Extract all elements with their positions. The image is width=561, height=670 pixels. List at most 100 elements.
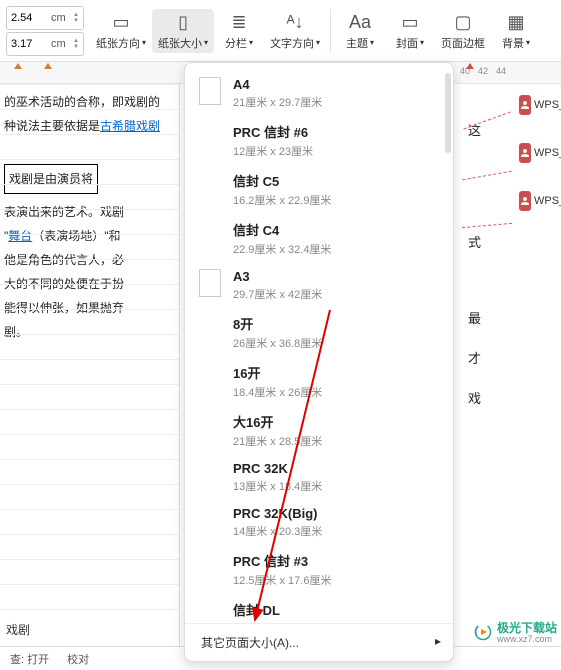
paper-size-dropdown: A421厘米 x 29.7厘米PRC 信封 #612厘米 x 23厘米信封 C5…: [184, 62, 454, 662]
comment-author: WPS_: [534, 195, 561, 207]
text-line: 种说法主要依据是古希腊戏剧: [4, 114, 175, 138]
option-dimensions: 22.9厘米 x 32.4厘米: [233, 241, 331, 257]
hyperlink[interactable]: 古希腊戏剧: [100, 119, 160, 133]
orientation-icon: ▭: [113, 11, 130, 35]
paper-size-option[interactable]: PRC 信封 #612厘米 x 23厘米: [185, 116, 453, 165]
scrollbar[interactable]: [445, 73, 451, 153]
dropdown-body[interactable]: A421厘米 x 29.7厘米PRC 信封 #612厘米 x 23厘米信封 C5…: [185, 63, 453, 623]
other-page-size-item[interactable]: 其它页面大小(A)... ▸: [185, 623, 453, 661]
ruler-marker-left[interactable]: [14, 63, 22, 69]
avatar-icon: [519, 143, 531, 163]
watermark-url: www.xz7.com: [497, 634, 557, 644]
comment-item[interactable]: WPS_: [519, 191, 561, 211]
page-icon: [199, 269, 221, 297]
spin-down-icon[interactable]: ▼: [73, 44, 79, 50]
spin-down-icon[interactable]: ▼: [73, 18, 79, 24]
status-find[interactable]: 查: 打开: [10, 651, 49, 667]
background-label: 背景: [502, 35, 524, 51]
ruler-marker[interactable]: [44, 63, 52, 69]
paper-size-option[interactable]: 信封 C516.2厘米 x 22.9厘米: [185, 165, 453, 214]
option-name: PRC 信封 #3: [233, 551, 331, 570]
page-icon: [199, 314, 221, 342]
paper-size-option[interactable]: A329.7厘米 x 42厘米: [185, 263, 453, 308]
margin-top-input[interactable]: cm ▲▼: [6, 6, 84, 30]
chevron-down-icon: ▾: [249, 38, 253, 47]
page-icon: [199, 506, 221, 534]
paper-size-button[interactable]: ▯ 纸张大小▾: [152, 9, 214, 53]
text-fragment: 才: [468, 348, 481, 366]
option-name: PRC 32K(Big): [233, 506, 322, 521]
size-label: 纸张大小: [158, 35, 202, 51]
paper-size-option[interactable]: 大16开 21厘米 x 28.5厘米: [185, 406, 453, 455]
margin-left-input[interactable]: cm ▲▼: [6, 32, 84, 56]
cut-text-column: 这 式 最 才 戏: [468, 120, 481, 406]
text-fragment: 戏: [468, 388, 481, 406]
comment-author: WPS_: [534, 99, 561, 111]
option-dimensions: 21厘米 x 28.5厘米: [233, 433, 322, 449]
separator: [330, 9, 331, 53]
ruler-tick: 42: [478, 66, 488, 76]
text-direction-button[interactable]: ᴬ↓ 文字方向▾: [264, 9, 326, 53]
cover-icon: ▭: [402, 11, 419, 35]
avatar-icon: [519, 191, 531, 211]
page-icon: [199, 122, 221, 150]
chevron-down-icon: ▾: [526, 38, 530, 47]
text-line: "舞台（表演场地）"和: [4, 224, 175, 248]
ruler-marker-right[interactable]: [466, 63, 474, 69]
cover-label: 封面: [396, 35, 418, 51]
theme-icon: Aa: [349, 11, 371, 35]
page-icon: [199, 220, 221, 248]
background-button[interactable]: ▦ 背景▾: [491, 9, 541, 53]
paper-size-option[interactable]: 16开18.4厘米 x 26厘米: [185, 357, 453, 406]
comment-item[interactable]: WPS_: [519, 143, 561, 163]
watermark-logo-icon: [473, 622, 493, 642]
text-direction-icon: ᴬ↓: [286, 11, 303, 35]
page-border-button[interactable]: ▢ 页面边框: [435, 9, 491, 53]
textdir-label: 文字方向: [270, 35, 314, 51]
chevron-down-icon: ▾: [142, 38, 146, 47]
comment-item[interactable]: WPS_: [519, 95, 561, 115]
option-name: 信封 C4: [233, 220, 331, 239]
page-icon: [199, 461, 221, 489]
unit-label: cm: [51, 12, 66, 24]
paper-size-option[interactable]: PRC 信封 #3 12.5厘米 x 17.6厘米: [185, 545, 453, 594]
option-dimensions: 26厘米 x 36.8厘米: [233, 335, 322, 351]
page-icon: [199, 171, 221, 199]
paper-size-option[interactable]: PRC 32K13厘米 x 18.4厘米: [185, 455, 453, 500]
option-name: PRC 32K: [233, 461, 322, 476]
border-label: 页面边框: [441, 35, 485, 51]
paper-size-option[interactable]: PRC 32K(Big)14厘米 x 20.3厘米: [185, 500, 453, 545]
avatar-icon: [519, 95, 531, 115]
option-name: 大16开: [233, 412, 322, 431]
option-dimensions: 12.5厘米 x 17.6厘米: [233, 572, 331, 588]
status-proof[interactable]: 校对: [67, 651, 89, 667]
margin-top-value[interactable]: [11, 12, 51, 24]
orientation-label: 纸张方向: [96, 35, 140, 51]
hyperlink[interactable]: 舞台: [8, 229, 32, 243]
theme-button[interactable]: Aa 主题▾: [335, 9, 385, 53]
option-name: A4: [233, 77, 322, 92]
text-fragment: 式: [468, 232, 481, 250]
chevron-right-icon: ▸: [435, 634, 441, 648]
paper-size-option[interactable]: A4 21厘米 x 29.7厘米: [185, 71, 453, 116]
document-pane[interactable]: 的巫术活动的合称，即戏剧的 种说法主要依据是古希腊戏剧 戏剧是由演员将 表演出来…: [0, 84, 180, 646]
page-icon: [199, 600, 221, 623]
margin-fields: cm ▲▼ cm ▲▼: [6, 6, 84, 56]
background-icon: ▦: [508, 11, 525, 35]
paper-size-option[interactable]: 信封 C4 22.9厘米 x 32.4厘米: [185, 214, 453, 263]
paper-size-option[interactable]: 8开26厘米 x 36.8厘米: [185, 308, 453, 357]
option-name: 信封 C5: [233, 171, 331, 190]
page-icon: [199, 412, 221, 440]
unit-label: cm: [51, 38, 66, 50]
option-dimensions: 21厘米 x 29.7厘米: [233, 94, 322, 110]
columns-button[interactable]: ≣ 分栏▾: [214, 9, 264, 53]
margin-left-value[interactable]: [11, 38, 51, 50]
text-line: 的巫术活动的合称，即戏剧的: [4, 90, 175, 114]
orientation-button[interactable]: ▭ 纸张方向▾: [90, 9, 152, 53]
comment-author: WPS_: [534, 147, 561, 159]
chevron-down-icon: ▾: [370, 38, 374, 47]
text-line: 能得以伸张，如果抛弃: [4, 296, 175, 320]
option-name: 16开: [233, 363, 322, 382]
paper-size-option[interactable]: 信封 DL11厘米 x 22厘米: [185, 594, 453, 623]
cover-button[interactable]: ▭ 封面▾: [385, 9, 435, 53]
